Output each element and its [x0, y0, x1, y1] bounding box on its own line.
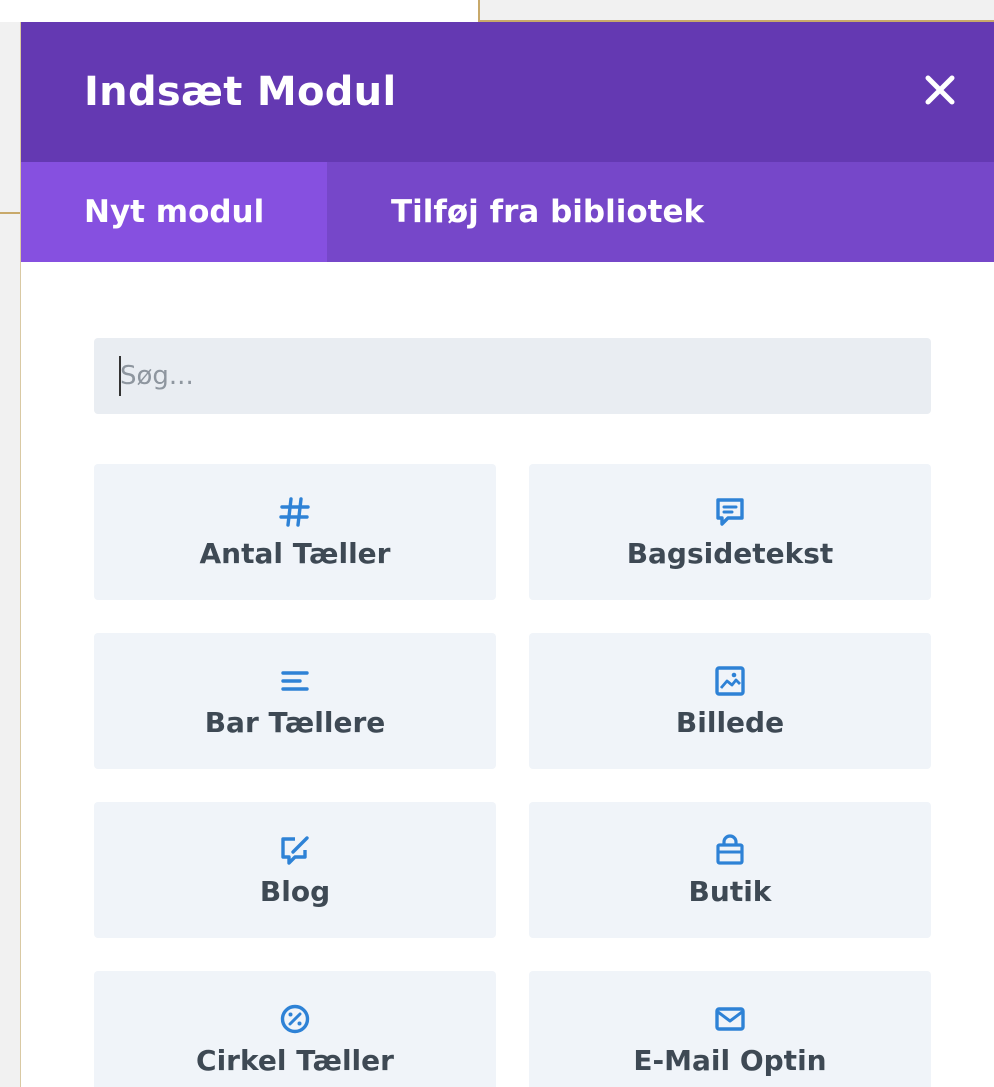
module-label: Billede	[675, 705, 785, 739]
email-icon	[713, 1002, 747, 1036]
background-page	[0, 0, 478, 22]
background-divider	[0, 212, 20, 214]
module-email-optin[interactable]: E-Mail Optin	[529, 971, 931, 1087]
tab-new-module[interactable]: Nyt modul	[21, 162, 327, 262]
module-label: Antal Tæller	[199, 536, 391, 570]
module-testimonial[interactable]: Bagsidetekst	[529, 464, 931, 600]
tab-add-from-library[interactable]: Tilføj fra bibliotek	[327, 162, 704, 262]
search-box	[94, 338, 931, 414]
hash-icon	[278, 495, 312, 529]
module-image[interactable]: Billede	[529, 633, 931, 769]
bars-icon	[278, 664, 312, 698]
module-shop[interactable]: Butik	[529, 802, 931, 938]
comment-icon	[713, 495, 747, 529]
text-caret	[119, 356, 121, 396]
shop-icon	[713, 833, 747, 867]
module-blog[interactable]: Blog	[94, 802, 496, 938]
search-input[interactable]	[94, 338, 931, 414]
circle-counter-icon	[278, 1002, 312, 1036]
module-grid: Antal Tæller Bagsidetekst Bar Tællere Bi…	[94, 464, 931, 1087]
close-button[interactable]	[922, 72, 958, 108]
module-label: E-Mail Optin	[633, 1043, 827, 1077]
module-label: Cirkel Tæller	[196, 1043, 394, 1077]
module-label: Blog	[259, 874, 331, 908]
module-label: Butik	[688, 874, 772, 908]
module-number-counter[interactable]: Antal Tæller	[94, 464, 496, 600]
close-icon	[925, 75, 955, 105]
module-label: Bar Tællere	[204, 705, 386, 739]
tab-bar: Nyt modul Tilføj fra bibliotek	[21, 162, 994, 262]
background-divider	[478, 0, 480, 22]
module-bar-counters[interactable]: Bar Tællere	[94, 633, 496, 769]
blog-icon	[278, 833, 312, 867]
insert-module-modal: Indsæt Modul Nyt modul Tilføj fra biblio…	[20, 22, 994, 1087]
modal-content: Antal Tæller Bagsidetekst Bar Tælle	[21, 262, 994, 1087]
modal-header: Indsæt Modul	[21, 22, 994, 162]
modal-title: Indsæt Modul	[84, 69, 397, 115]
module-circle-counter[interactable]: Cirkel Tæller	[94, 971, 496, 1087]
module-label: Bagsidetekst	[626, 536, 834, 570]
image-icon	[713, 664, 747, 698]
